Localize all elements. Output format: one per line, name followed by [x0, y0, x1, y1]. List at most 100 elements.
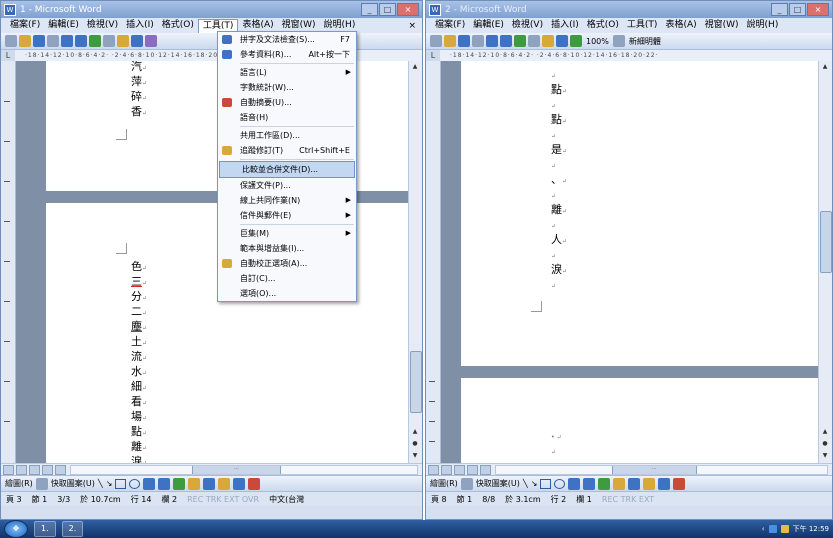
undo-icon[interactable]: [556, 35, 568, 47]
picture-icon[interactable]: [203, 477, 216, 490]
spelling-icon[interactable]: [514, 35, 526, 47]
title-bar[interactable]: W 1 - Microsoft Word _ □ ×: [1, 1, 422, 18]
menu-item[interactable]: 格式(O): [583, 19, 623, 32]
arrow-icon[interactable]: ↘: [531, 479, 538, 488]
save-icon[interactable]: [33, 35, 45, 47]
normal-view-button[interactable]: [428, 464, 439, 475]
tools-menu-item[interactable]: 拼字及文法檢查(S)... F7: [218, 32, 356, 47]
close-document-button[interactable]: ×: [408, 21, 416, 31]
tools-menu-item[interactable]: 範本與增益集(I)...: [218, 241, 356, 256]
menu-item[interactable]: 格式(O): [158, 19, 198, 32]
vertical-scrollbar[interactable]: ▲ ▲ ● ▼: [818, 61, 832, 463]
web-layout-button[interactable]: [441, 464, 452, 475]
redo-icon[interactable]: [145, 35, 157, 47]
select-objects-icon[interactable]: [460, 477, 473, 490]
menu-item[interactable]: 編輯(E): [469, 19, 508, 32]
tab-selector[interactable]: L: [426, 50, 440, 61]
reading-view-button[interactable]: [55, 464, 66, 475]
title-bar[interactable]: W 2 - Microsoft Word _ □ ×: [426, 1, 832, 18]
textbox-icon[interactable]: [143, 477, 156, 490]
word-app-icon[interactable]: W: [429, 3, 441, 16]
arrow-icon[interactable]: ↘: [106, 479, 113, 488]
horizontal-scroll-thumb[interactable]: ···: [192, 465, 281, 474]
clipart-icon[interactable]: [188, 477, 201, 490]
network-icon[interactable]: [768, 525, 777, 533]
page-top[interactable]: ↵ 點↵ ↵ 點↵ ↵ 是↵ ↵ 、↵ ↵ 離↵ ↵ 人↵ ↵ 淚↵ ↵: [461, 61, 819, 366]
tools-menu-item[interactable]: 語音(H): [218, 110, 356, 125]
word-window-2[interactable]: W 2 - Microsoft Word _ □ × 檔案(F) 編輯(E) 檢視(…: [425, 0, 833, 520]
new-document-icon[interactable]: [430, 35, 442, 47]
tools-menu-item[interactable]: 信件與郵件(E) ▶: [218, 208, 356, 223]
drawing-toggle-icon[interactable]: [570, 35, 582, 47]
research-toolbar-icon[interactable]: [528, 35, 540, 47]
print-icon[interactable]: [61, 35, 73, 47]
print-icon[interactable]: [486, 35, 498, 47]
taskbar-item-1[interactable]: 1.: [34, 521, 56, 537]
minimize-button[interactable]: _: [771, 3, 788, 16]
prev-page-button[interactable]: ▲: [410, 427, 420, 436]
minimize-button[interactable]: _: [361, 3, 378, 16]
diagram-icon[interactable]: [598, 477, 611, 490]
normal-view-button[interactable]: [3, 464, 14, 475]
menu-item[interactable]: 編輯(E): [44, 19, 83, 32]
scroll-thumb[interactable]: [820, 211, 832, 273]
select-browse-object-button[interactable]: ●: [410, 439, 420, 448]
rectangle-icon[interactable]: [115, 478, 127, 489]
tools-menu-item[interactable]: 追蹤修訂(T) Ctrl+Shift+E: [218, 143, 356, 158]
horizontal-scroll-thumb[interactable]: ···: [611, 465, 697, 474]
draw-menu-button[interactable]: 繪圖(R): [430, 478, 458, 489]
page-bottom[interactable]: • ↵ ↵: [461, 378, 819, 463]
print-layout-button[interactable]: [29, 464, 40, 475]
tools-menu-item[interactable]: 參考資料(R)... Alt+按一下: [218, 47, 356, 62]
select-browse-object-button[interactable]: ●: [820, 439, 830, 448]
tools-menu-item[interactable]: 自訂(C)...: [218, 271, 356, 286]
clock[interactable]: 下午 12:59: [793, 524, 829, 534]
line-color-icon[interactable]: [658, 477, 671, 490]
clipart-icon[interactable]: [613, 477, 626, 490]
oval-icon[interactable]: [554, 478, 566, 489]
oval-icon[interactable]: [129, 478, 141, 489]
status-modes[interactable]: REC TRK EXT OVR: [187, 495, 259, 504]
menu-item[interactable]: 工具(T): [623, 19, 662, 32]
tools-menu-item[interactable]: 語言(L) ▶: [218, 65, 356, 80]
paste-icon[interactable]: [542, 35, 554, 47]
menu-item[interactable]: 表格(A): [661, 19, 700, 32]
tools-menu-item[interactable]: 保護文件(P)...: [218, 178, 356, 193]
diagram-icon[interactable]: [173, 477, 186, 490]
textbox-icon[interactable]: [568, 477, 581, 490]
word-window-1[interactable]: W 1 - Microsoft Word _ □ × 檔案(F) 編輯(E) 檢視(…: [0, 0, 423, 520]
fill-color-icon[interactable]: [218, 477, 231, 490]
scroll-up-button[interactable]: ▲: [820, 62, 830, 71]
menu-item[interactable]: 檢視(V): [83, 19, 122, 32]
print-layout-button[interactable]: [454, 464, 465, 475]
research-toolbar-icon[interactable]: [103, 35, 115, 47]
next-page-button[interactable]: ▼: [820, 451, 830, 460]
menu-item[interactable]: 檔案(F): [6, 19, 44, 32]
menu-item[interactable]: 檢視(V): [508, 19, 547, 32]
taskbar-item-2[interactable]: 2.: [61, 521, 84, 537]
open-folder-icon[interactable]: [444, 35, 456, 47]
draw-menu-button[interactable]: 繪圖(R): [5, 478, 33, 489]
open-folder-icon[interactable]: [19, 35, 31, 47]
vertical-scrollbar[interactable]: ▲ ▲ ● ▼: [408, 61, 422, 463]
menu-item[interactable]: 說明(H): [743, 19, 783, 32]
ime-icon[interactable]: [780, 525, 789, 533]
vertical-ruler[interactable]: [426, 61, 441, 463]
tools-menu-item[interactable]: 自動校正選項(A)...: [218, 256, 356, 271]
menu-item[interactable]: 視窗(W): [701, 19, 743, 32]
menu-item[interactable]: 插入(I): [122, 19, 158, 32]
autoshapes-button[interactable]: 快取圖案(U): [476, 478, 520, 489]
tray-expand-icon[interactable]: ‹: [762, 525, 765, 533]
new-document-icon[interactable]: [5, 35, 17, 47]
save-icon[interactable]: [458, 35, 470, 47]
tools-menu-item[interactable]: 巨集(M) ▶: [218, 226, 356, 241]
menu-item[interactable]: 檔案(F): [431, 19, 469, 32]
tools-menu-item[interactable]: 共用工作區(D)...: [218, 128, 356, 143]
tools-menu-item[interactable]: 自動摘要(U)...: [218, 95, 356, 110]
help-icon[interactable]: [612, 35, 625, 47]
next-page-button[interactable]: ▼: [410, 451, 420, 460]
maximize-button[interactable]: □: [379, 3, 396, 16]
fill-color-icon[interactable]: [643, 477, 656, 490]
vertical-ruler[interactable]: [1, 61, 16, 463]
outline-view-button[interactable]: [42, 464, 53, 475]
